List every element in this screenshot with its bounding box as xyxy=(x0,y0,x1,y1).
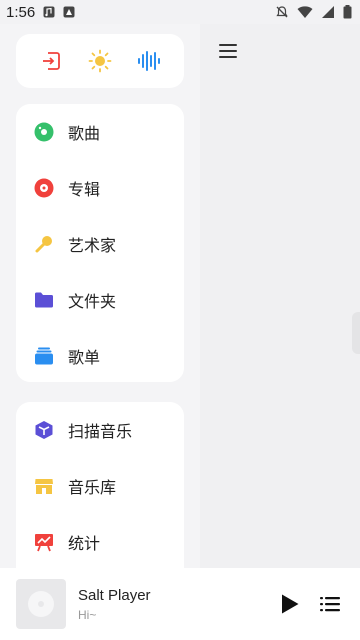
chart-board-icon xyxy=(34,532,54,552)
side-edge-handle[interactable] xyxy=(352,312,360,354)
menu-item-folders[interactable]: 文件夹 xyxy=(16,272,184,328)
status-right xyxy=(275,5,352,19)
mini-player[interactable]: Salt Player Hi~ xyxy=(0,568,360,640)
menu-label: 统计 xyxy=(68,534,101,553)
microphone-icon xyxy=(34,234,54,254)
mute-icon xyxy=(276,6,288,18)
theme-toggle-button[interactable] xyxy=(86,47,114,75)
folder-icon xyxy=(34,290,54,310)
playlist-stack-icon xyxy=(34,346,54,366)
wifi-icon xyxy=(297,6,313,18)
queue-button[interactable] xyxy=(318,592,342,616)
track-info[interactable]: Salt Player Hi~ xyxy=(78,587,276,622)
menu-label: 艺术家 xyxy=(68,236,117,255)
track-subtitle: Hi~ xyxy=(78,607,97,622)
album-art[interactable] xyxy=(16,579,66,629)
quick-actions-card xyxy=(16,34,184,88)
status-bar: 1:56 xyxy=(0,0,360,24)
status-time: 1:56 xyxy=(6,3,36,21)
menu-label: 扫描音乐 xyxy=(68,422,133,441)
status-left: 1:56 xyxy=(6,4,75,21)
store-icon xyxy=(34,476,54,496)
menu-item-music-library[interactable]: 音乐库 xyxy=(16,458,184,514)
menu-item-albums[interactable]: 专辑 xyxy=(16,160,184,216)
menu-label: 文件夹 xyxy=(68,292,117,311)
menu-label: 音乐库 xyxy=(68,478,117,497)
menu-icon[interactable] xyxy=(219,44,237,58)
menu-item-songs[interactable]: 歌曲 xyxy=(16,104,184,160)
disc-icon xyxy=(34,122,54,142)
menu-label: 歌曲 xyxy=(68,124,101,143)
album-icon xyxy=(34,178,54,198)
exit-button[interactable] xyxy=(37,47,65,75)
music-notification-icon xyxy=(43,6,55,18)
menu-item-playlists[interactable]: 歌单 xyxy=(16,328,184,384)
exit-icon xyxy=(42,52,60,70)
menu-label: 歌单 xyxy=(68,348,101,367)
menu-label: 专辑 xyxy=(68,180,101,199)
sun-icon xyxy=(88,49,112,73)
play-button[interactable] xyxy=(276,590,304,618)
main-content xyxy=(190,24,360,568)
navigation-drawer: 歌曲 专辑 艺术家 文件夹 歌单 扫描音乐 音乐库 统计 xyxy=(0,24,200,602)
equalizer-icon xyxy=(138,51,161,71)
scan-cube-icon xyxy=(34,420,54,440)
equalizer-button[interactable] xyxy=(135,47,163,75)
menu-item-scan-music[interactable]: 扫描音乐 xyxy=(16,402,184,458)
library-menu-card: 歌曲 专辑 艺术家 文件夹 歌单 xyxy=(16,104,184,382)
track-title: Salt Player xyxy=(78,586,151,604)
menu-item-statistics[interactable]: 统计 xyxy=(16,514,184,570)
battery-icon xyxy=(343,5,352,19)
queue-list-icon xyxy=(320,597,340,612)
app-notification-icon xyxy=(63,6,75,18)
play-icon xyxy=(282,594,299,614)
signal-icon xyxy=(322,6,334,18)
menu-item-artists[interactable]: 艺术家 xyxy=(16,216,184,272)
album-placeholder-icon xyxy=(28,591,54,617)
